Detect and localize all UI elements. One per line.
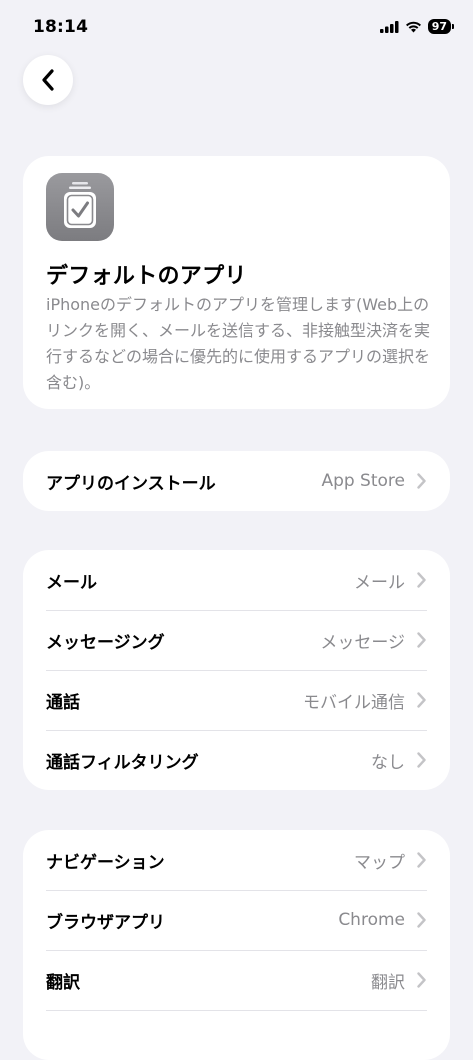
row-label: 通話 (46, 692, 80, 713)
row-value: Chrome (338, 910, 405, 930)
battery-icon: 97 (427, 19, 455, 34)
status-bar: 18:14 97 (0, 0, 473, 54)
checkmark-stack-icon (46, 173, 114, 241)
chevron-right-icon (417, 572, 426, 588)
page-title: デフォルトのアプリ (46, 264, 247, 289)
row-label: メッセージング (46, 632, 165, 653)
row-label: アプリのインストール (46, 473, 216, 494)
navigation-card: ナビゲーション マップ ブラウザアプリ Chrome 翻訳 翻訳 (23, 830, 450, 1060)
chevron-right-icon (417, 473, 426, 489)
divider (46, 950, 427, 951)
row-messaging[interactable]: メッセージング メッセージ (23, 610, 450, 670)
divider (46, 610, 427, 611)
row-browser[interactable]: ブラウザアプリ Chrome (23, 890, 450, 950)
wifi-icon (405, 21, 421, 32)
page-description: iPhoneのデフォルトのアプリを管理します(Web上のリンクを開く、メールを送… (46, 295, 431, 392)
row-label: ブラウザアプリ (46, 912, 165, 933)
row-value: モバイル通信 (303, 692, 405, 713)
status-time: 18:14 (33, 17, 89, 37)
chevron-right-icon (417, 752, 426, 768)
install-card: アプリのインストール App Store (23, 451, 450, 511)
chevron-right-icon (417, 852, 426, 868)
chevron-right-icon (417, 692, 426, 708)
header-card: デフォルトのアプリ iPhoneのデフォルトのアプリを管理します(Web上のリン… (23, 156, 450, 409)
divider (46, 670, 427, 671)
chevron-left-icon (42, 69, 54, 91)
chevron-right-icon (417, 912, 426, 928)
divider (46, 890, 427, 891)
row-value: マップ (354, 852, 405, 873)
row-label: 翻訳 (46, 972, 80, 993)
row-calls[interactable]: 通話 モバイル通信 (23, 670, 450, 730)
row-app-install[interactable]: アプリのインストール App Store (23, 451, 450, 511)
divider (46, 730, 427, 731)
divider (46, 1010, 427, 1011)
row-partial (23, 1010, 450, 1060)
status-icons: 97 (379, 19, 455, 34)
row-value: メール (354, 572, 405, 593)
row-label: ナビゲーション (46, 852, 165, 873)
row-navigation[interactable]: ナビゲーション マップ (23, 830, 450, 890)
chevron-right-icon (417, 972, 426, 988)
row-label: 通話フィルタリング (46, 752, 199, 773)
back-button[interactable] (23, 55, 73, 105)
row-value: なし (371, 752, 405, 773)
row-mail[interactable]: メール メール (23, 550, 450, 610)
row-label: メール (46, 572, 97, 593)
communication-card: メール メール メッセージング メッセージ 通話 モバイル通信 通話フィルタリン… (23, 550, 450, 790)
row-translate[interactable]: 翻訳 翻訳 (23, 950, 450, 1010)
chevron-right-icon (417, 632, 426, 648)
cellular-signal-icon (379, 20, 399, 33)
row-value: 翻訳 (371, 972, 405, 993)
row-call-filtering[interactable]: 通話フィルタリング なし (23, 730, 450, 790)
row-value: App Store (321, 471, 405, 491)
row-value: メッセージ (320, 632, 405, 653)
